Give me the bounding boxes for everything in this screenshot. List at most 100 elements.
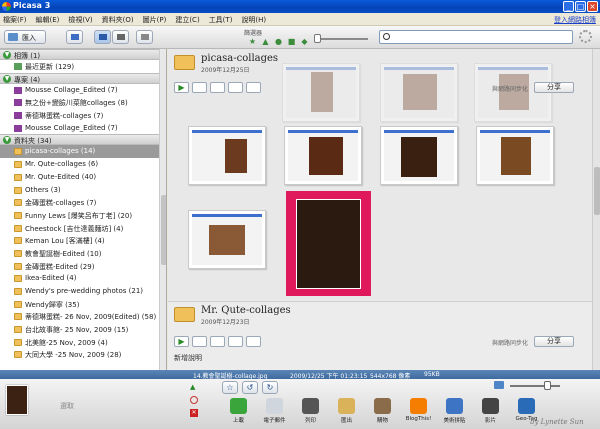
menu-edit[interactable]: 編輯(E): [36, 15, 60, 25]
clear-icon[interactable]: [190, 396, 198, 404]
photo-thumbnail[interactable]: [380, 126, 458, 185]
thumbnail-size-slider[interactable]: [510, 381, 560, 390]
people-filter-icon[interactable]: ●: [274, 37, 283, 46]
collage-button[interactable]: [192, 336, 207, 347]
sidebar-item-project[interactable]: Mousse Collage_Edited (7): [0, 84, 166, 97]
photo-thumbnail[interactable]: [284, 126, 362, 185]
print-button[interactable]: 列印: [294, 397, 327, 428]
email-button[interactable]: 電子郵件: [258, 397, 291, 428]
sidebar-item-label: Funny Lews [爆笑呂布丁老] (20): [25, 211, 133, 220]
import-button[interactable]: 匯入: [4, 30, 46, 44]
sidebar-item-folder[interactable]: Mr. Qute-Edited (40): [0, 171, 166, 184]
menu-view[interactable]: 檢視(V): [68, 15, 92, 25]
export-button[interactable]: 匯出: [330, 397, 363, 428]
slideshow-play-button[interactable]: ▶: [174, 336, 189, 347]
share-icon-button[interactable]: [246, 82, 261, 93]
rotate-left-button[interactable]: ↺: [242, 381, 258, 394]
export-button[interactable]: [210, 82, 225, 93]
close-icon[interactable]: ×: [587, 1, 598, 12]
menu-tools[interactable]: 工具(T): [209, 15, 233, 25]
tree-view-button[interactable]: [112, 30, 129, 44]
scrollbar-thumb[interactable]: [594, 167, 600, 215]
sync-label[interactable]: 與網路同步化: [492, 84, 528, 93]
selected-photo-thumbnail[interactable]: [286, 191, 371, 296]
upload-button[interactable]: 上載: [222, 397, 255, 428]
list-view-button[interactable]: [94, 30, 111, 44]
export-button[interactable]: [210, 336, 225, 347]
add-caption-link[interactable]: 新增說明: [174, 353, 202, 363]
sidebar-item-folder[interactable]: 北美館-25 Nov, 2009 (4): [0, 336, 166, 349]
sidebar-item-project[interactable]: 無之份+變臉川菜館collages (8): [0, 96, 166, 109]
blogthis-button[interactable]: BlogThis!: [402, 397, 435, 428]
tray-photo-thumbnail[interactable]: [6, 385, 28, 415]
geotag-button[interactable]: [228, 336, 243, 347]
collapse-icon[interactable]: ▼: [3, 74, 11, 83]
sidebar-item-folder[interactable]: 金磚蛋糕-Edited (29): [0, 260, 166, 273]
sidebar-item-folder[interactable]: Mr. Qute-collages (6): [0, 158, 166, 171]
menu-create[interactable]: 建立(C): [175, 15, 199, 25]
projects-section-header[interactable]: ▼ 專案 (4): [0, 72, 166, 84]
date-filter-slider[interactable]: [314, 34, 368, 43]
menu-help[interactable]: 說明(H): [241, 15, 266, 25]
photo-thumbnail[interactable]: [188, 126, 266, 185]
maximize-icon[interactable]: □: [575, 1, 586, 12]
shop-button[interactable]: 購物: [366, 397, 399, 428]
video-filter-icon[interactable]: ■: [287, 37, 296, 46]
sidebar-item-folder[interactable]: Wendy's pre-wedding photos (21): [0, 285, 166, 298]
geotag-filter-icon[interactable]: ◆: [300, 37, 309, 46]
sidebar-item-folder[interactable]: 大同大學 -25 Nov, 2009 (28): [0, 348, 166, 361]
movie-button[interactable]: 影片: [474, 397, 507, 428]
menu-picture[interactable]: 圖片(P): [143, 15, 167, 25]
collage-button[interactable]: 美術拼貼: [438, 397, 471, 428]
import-label: 匯入: [22, 34, 36, 42]
slideshow-play-button[interactable]: ▶: [174, 82, 189, 93]
sidebar-item-folder[interactable]: 台北故事館- 25 Nov, 2009 (15): [0, 323, 166, 336]
photo-thumbnail[interactable]: [188, 210, 266, 269]
sidebar-item-folder[interactable]: Wendy歸寧 (35): [0, 298, 166, 311]
star-button[interactable]: ☆: [222, 381, 238, 394]
sidebar-item-folder[interactable]: Funny Lews [爆笑呂布丁老] (20): [0, 209, 166, 222]
sidebar-item-folder[interactable]: Ikea-Edited (4): [0, 272, 166, 285]
sidebar-item-folder[interactable]: Keman Lou [客滿樓] (4): [0, 234, 166, 247]
photo-thumbnail[interactable]: [380, 63, 458, 122]
search-box[interactable]: [379, 30, 573, 44]
minimize-icon[interactable]: _: [563, 1, 574, 12]
sort-button[interactable]: [136, 30, 153, 44]
albums-section-header[interactable]: ▼ 相簿 (1): [0, 49, 166, 60]
rotate-right-button[interactable]: ↻: [262, 381, 278, 394]
sidebar-item-folder[interactable]: 金磚蛋糕-collages (7): [0, 196, 166, 209]
star-filter-icon[interactable]: ★: [248, 37, 257, 46]
share-icon-button[interactable]: [246, 336, 261, 347]
share-button[interactable]: 分享: [534, 336, 574, 347]
sidebar-item-folder[interactable]: 蒂德琳蛋糕- 26 Nov, 2009(Edited) (58): [0, 310, 166, 323]
add-to-album-button[interactable]: [66, 30, 83, 44]
sidebar-item-folder[interactable]: 教會聖誕樹-Edited (10): [0, 247, 166, 260]
sidebar-item-recent[interactable]: 最近更新 (129): [0, 60, 166, 73]
sidebar-scrollbar[interactable]: [159, 49, 166, 370]
collapse-icon[interactable]: ▼: [3, 136, 11, 145]
sidebar-item-folder-selected[interactable]: picasa-collages (14): [0, 145, 166, 159]
slider-knob[interactable]: [314, 34, 321, 43]
menu-folder[interactable]: 資料夾(O): [102, 15, 134, 25]
sidebar-item-project[interactable]: Mousse Collage_Edited (7): [0, 122, 166, 135]
geotag-button[interactable]: [228, 82, 243, 93]
sidebar-item-project[interactable]: 蒂德琳蛋糕-collages (7): [0, 109, 166, 122]
menu-file[interactable]: 檔案(F): [3, 15, 27, 25]
folders-section-header[interactable]: ▼ 資料夾 (34): [0, 134, 166, 146]
photo-thumbnail[interactable]: [282, 63, 360, 122]
sync-label[interactable]: 與網路同步化: [492, 338, 528, 347]
photo-thumbnail[interactable]: [476, 126, 554, 185]
slider-knob[interactable]: [544, 381, 551, 390]
scrollbar-thumb[interactable]: [161, 195, 166, 265]
hold-icon[interactable]: ▲: [190, 383, 198, 391]
upload-filter-icon[interactable]: ▲: [261, 37, 270, 46]
collapse-icon[interactable]: ▼: [3, 51, 11, 59]
sidebar-item-folder[interactable]: Cheestock [吉仕達義麵坊] (4): [0, 222, 166, 235]
grid-scrollbar[interactable]: [592, 49, 600, 370]
collage-button[interactable]: [192, 82, 207, 93]
sidebar-item-folder[interactable]: Others (3): [0, 184, 166, 197]
share-button[interactable]: 分享: [534, 82, 574, 93]
signin-link[interactable]: 登入網路相簿: [554, 15, 596, 25]
search-input[interactable]: [394, 32, 570, 42]
remove-icon[interactable]: ✕: [190, 409, 198, 417]
